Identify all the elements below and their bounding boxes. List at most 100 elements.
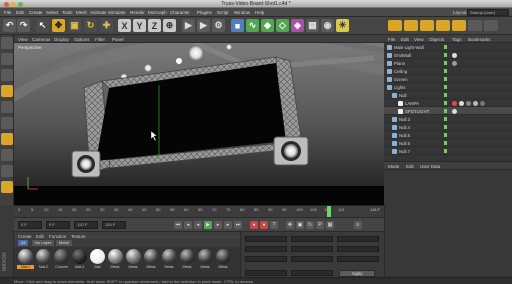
am-menu-mode[interactable]: Mode (388, 164, 399, 169)
menu-tools[interactable]: Tools (62, 10, 73, 15)
visibility-check-icon[interactable] (444, 53, 447, 57)
render-settings-icon[interactable]: ⚙ (212, 19, 225, 32)
object-row[interactable]: Ceiling (384, 67, 512, 75)
go-to-end-icon[interactable]: ⏭ (234, 221, 242, 229)
visibility-check-icon[interactable] (444, 141, 447, 145)
material-tag-icon[interactable] (473, 100, 478, 106)
content-browser-tab-icon[interactable] (420, 20, 434, 31)
material-tag-icon[interactable] (452, 52, 457, 58)
menu-mesh[interactable]: Mesh (76, 10, 87, 15)
render-picture-viewer-icon[interactable]: ▶ (197, 19, 210, 32)
edges-mode-icon[interactable] (1, 117, 13, 129)
material-swatch[interactable]: Metal- (161, 249, 178, 273)
menu-select[interactable]: Select (46, 10, 59, 15)
move-icon[interactable]: ✥ (52, 19, 65, 32)
om-menu-file[interactable]: File (388, 37, 395, 42)
render-view-icon[interactable]: ▶ (182, 19, 195, 32)
texture-mode-icon[interactable] (1, 85, 13, 97)
filter-no-layer-button[interactable]: No Layer (32, 240, 55, 246)
menu-edit[interactable]: Edit (16, 10, 24, 15)
camera-icon[interactable]: ◉ (321, 19, 334, 32)
light-icon[interactable]: ☀ (336, 19, 349, 32)
material-swatch[interactable]: Metal- (107, 249, 124, 273)
visibility-check-icon[interactable] (444, 85, 447, 89)
timeline-ruler[interactable]: 0 5 10 15 20 25 30 35 40 45 50 55 60 65 … (14, 205, 384, 217)
size-y-field[interactable] (291, 246, 333, 252)
size-x-field[interactable] (291, 236, 333, 242)
material-tag-icon[interactable] (452, 108, 457, 114)
object-row-selected[interactable]: SPOTLIGHT (384, 107, 512, 115)
filter-all-button[interactable]: All (18, 240, 29, 246)
visibility-check-icon[interactable] (444, 109, 447, 113)
viewport-menu-filter[interactable]: Filter (95, 37, 105, 42)
array-icon[interactable]: ◇ (276, 19, 289, 32)
material-swatch[interactable]: Mat (89, 249, 106, 273)
menu-create[interactable]: Create (29, 10, 43, 15)
visibility-check-icon[interactable] (444, 93, 447, 97)
menu-plugins[interactable]: Plugins (197, 10, 212, 15)
material-swatch[interactable]: Metal- (197, 249, 214, 273)
material-tag-icon[interactable] (480, 100, 485, 106)
keyframe-selection-icon[interactable]: ? (270, 221, 278, 229)
om-menu-objects[interactable]: Objects (429, 37, 444, 42)
position-key-icon[interactable]: ✥ (286, 221, 294, 229)
objects-tab-icon[interactable] (388, 20, 402, 31)
object-row[interactable]: OmitWall (384, 51, 512, 59)
mat-menu-texture[interactable]: Texture (71, 234, 86, 239)
filter-metal-button[interactable]: Metal (56, 240, 72, 246)
layout-dropdown[interactable]: Startup (User) (467, 9, 509, 16)
visibility-check-icon[interactable] (444, 125, 447, 129)
environment-icon[interactable]: ▦ (306, 19, 319, 32)
rotation-b-field[interactable] (337, 256, 379, 262)
redo-icon[interactable]: ↷ (17, 19, 30, 32)
snapping-icon[interactable] (1, 181, 13, 193)
material-swatch[interactable]: Mat.1 (17, 249, 34, 273)
object-row[interactable]: Null.6 (384, 139, 512, 147)
material-tag-icon[interactable] (452, 60, 457, 66)
z-axis-icon[interactable]: Z (148, 19, 161, 32)
model-mode-icon[interactable] (1, 53, 13, 65)
undo-icon[interactable]: ↶ (3, 19, 16, 32)
rotation-p-field[interactable] (337, 246, 379, 252)
go-to-start-icon[interactable]: ⏮ (174, 221, 182, 229)
viewport-menu-panel[interactable]: Panel (112, 37, 124, 42)
visibility-check-icon[interactable] (444, 69, 447, 73)
visibility-check-icon[interactable] (444, 61, 447, 65)
current-frame-field[interactable]: 0 F (46, 221, 70, 229)
rotate-icon[interactable]: ↻ (84, 19, 97, 32)
recent-tools-icon[interactable]: ✚ (100, 19, 113, 32)
mat-menu-edit[interactable]: Edit (36, 234, 44, 239)
record-keyframe-icon[interactable]: ● (250, 221, 258, 229)
material-tag-icon[interactable] (459, 100, 464, 106)
visibility-check-icon[interactable] (444, 133, 447, 137)
cube-icon[interactable]: ■ (231, 19, 244, 32)
start-frame-field[interactable]: 0 F (18, 221, 42, 229)
menu-mograph[interactable]: MoGraph (148, 10, 167, 15)
menu-render[interactable]: Render (130, 10, 145, 15)
viewport-menu-display[interactable]: Display (54, 37, 69, 42)
mat-menu-function[interactable]: Function (49, 234, 66, 239)
live-selection-icon[interactable]: ↖ (36, 19, 49, 32)
visibility-check-icon[interactable] (444, 117, 447, 121)
tweak-mode-icon[interactable] (1, 165, 13, 177)
object-mode-icon[interactable] (1, 69, 13, 81)
viewport-menu-view[interactable]: View (18, 37, 28, 42)
position-y-field[interactable] (245, 246, 287, 252)
mat-menu-create[interactable]: Create (18, 234, 32, 239)
takes-tab-icon[interactable] (452, 20, 466, 31)
material-swatch[interactable]: Mat.2 (35, 249, 52, 273)
menu-animate[interactable]: Animate (90, 10, 107, 15)
viewport-menu-cameras[interactable]: Cameras (32, 37, 50, 42)
tag-icon[interactable] (452, 100, 457, 106)
make-editable-icon[interactable] (1, 37, 13, 49)
material-swatch[interactable]: Concret (53, 249, 70, 273)
perspective-viewport[interactable]: Perspective (14, 43, 384, 205)
axis-mode-icon[interactable] (1, 149, 13, 161)
end-frame-field[interactable]: 120 F (102, 221, 126, 229)
object-mode-dropdown[interactable] (245, 270, 287, 276)
polygons-mode-icon[interactable] (1, 133, 13, 145)
object-row[interactable]: Main-Light-Wall (384, 43, 512, 51)
visibility-check-icon[interactable] (444, 101, 447, 105)
timeline-playhead[interactable] (326, 206, 331, 217)
viewport-menu-options[interactable]: Options (74, 37, 90, 42)
